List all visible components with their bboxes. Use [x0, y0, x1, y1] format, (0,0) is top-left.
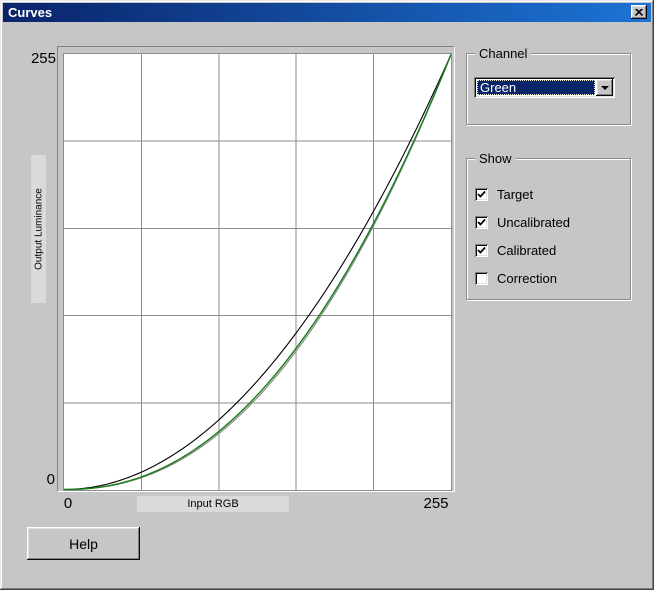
channel-dropdown[interactable]: Green	[474, 77, 615, 98]
calibrated-checkbox[interactable]	[475, 243, 488, 257]
titlebar[interactable]: Curves	[3, 3, 651, 22]
window-title: Curves	[8, 5, 53, 20]
y-axis-min-tick: 0	[46, 471, 55, 488]
x-axis-label: Input RGB	[137, 496, 289, 512]
check-icon	[477, 190, 486, 198]
curves-plot-svg	[64, 54, 451, 490]
help-button[interactable]: Help	[27, 527, 140, 560]
curves-dialog: Curves 255 0 0 255 Output Luminance Inpu…	[0, 0, 654, 590]
channel-selected-value: Green	[477, 80, 595, 95]
correction-checkbox-label: Correction	[497, 270, 557, 286]
target-checkbox-label: Target	[497, 186, 534, 202]
calibrated-checkbox-label: Calibrated	[497, 242, 557, 258]
chevron-down-icon	[600, 85, 609, 90]
curve-uncalibrated	[64, 54, 451, 490]
check-icon	[477, 246, 486, 254]
target-checkbox[interactable]	[475, 187, 488, 201]
checkbox-row-correction[interactable]: Correction	[475, 270, 557, 286]
uncalibrated-checkbox-label: Uncalibrated	[497, 214, 570, 230]
channel-group-label: Channel	[475, 46, 532, 61]
channel-group: Channel Green	[466, 46, 631, 125]
x-axis-min-tick: 0	[63, 495, 73, 512]
curve-target	[64, 54, 451, 490]
channel-dropdown-button[interactable]	[596, 79, 613, 96]
close-button[interactable]	[631, 5, 647, 19]
uncalibrated-checkbox[interactable]	[475, 215, 488, 229]
curve-calibrated	[64, 54, 451, 490]
y-axis-max-tick: 255	[30, 50, 56, 67]
y-axis-label: Output Luminance	[31, 155, 46, 303]
close-icon	[635, 8, 643, 16]
x-axis-max-tick: 255	[423, 495, 449, 512]
correction-checkbox[interactable]	[475, 271, 488, 285]
check-icon	[477, 218, 486, 226]
show-group-label: Show	[475, 151, 516, 166]
checkbox-row-calibrated[interactable]: Calibrated	[475, 242, 557, 258]
curves-chart	[57, 46, 455, 492]
checkbox-row-target[interactable]: Target	[475, 186, 534, 202]
checkbox-row-uncalibrated[interactable]: Uncalibrated	[475, 214, 570, 230]
plot-area[interactable]	[63, 53, 452, 491]
show-group: Show Target Uncalibrated Calibrated Corr…	[466, 151, 631, 300]
